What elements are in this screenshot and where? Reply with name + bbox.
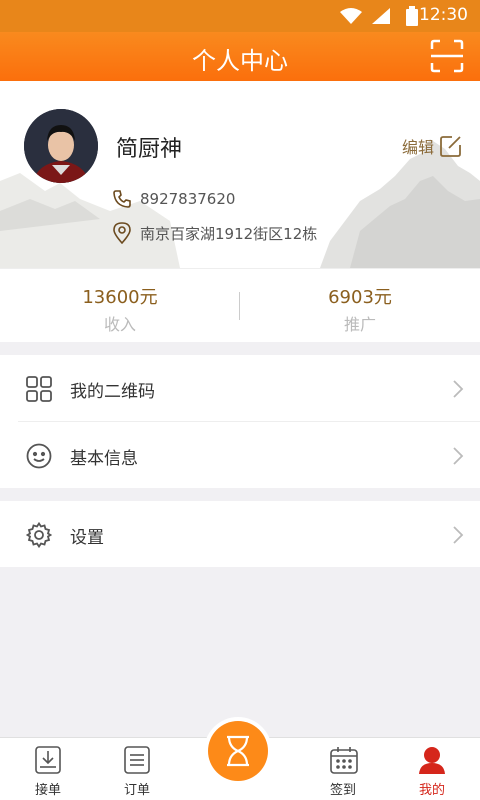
- menu-item-basic-info[interactable]: 基本信息: [0, 422, 480, 488]
- tab-label: 我的: [418, 783, 445, 798]
- menu-group-profile: 我的二维码 基本信息: [0, 355, 480, 488]
- tab-label: 接单: [34, 783, 61, 798]
- tab-label: 订单: [123, 783, 150, 798]
- promotion-value: 6903元: [328, 287, 392, 308]
- address-text: 南京百家湖1912街区12栋: [140, 224, 318, 243]
- avatar[interactable]: [24, 109, 98, 183]
- phone-number: 8927837620: [140, 190, 236, 208]
- tab-label: 签到: [329, 783, 356, 798]
- edit-icon: [440, 136, 461, 157]
- qrcode-icon: [26, 376, 52, 402]
- menu-group-settings: 设置: [0, 501, 480, 567]
- status-time: 12:30: [419, 5, 468, 25]
- gear-icon: [26, 522, 52, 548]
- download-tray-icon: [35, 746, 61, 774]
- user-icon: [419, 747, 445, 774]
- calendar-icon: [330, 747, 358, 774]
- income-stat[interactable]: 13600元 收入: [0, 283, 240, 335]
- phone-icon: [113, 190, 131, 208]
- menu-label-settings: 设置: [70, 528, 104, 548]
- menu-label-qrcode: 我的二维码: [70, 382, 155, 402]
- menu-item-settings[interactable]: 设置: [0, 501, 480, 567]
- tab-accept-orders[interactable]: 接单: [8, 738, 88, 800]
- center-action-button[interactable]: [204, 717, 272, 785]
- signal-icon: [372, 8, 390, 24]
- hourglass-icon: [227, 735, 249, 767]
- order-list-icon: [124, 746, 150, 774]
- stats-panel: 13600元 收入 6903元 推广: [0, 268, 480, 342]
- wifi-icon: [340, 8, 362, 24]
- page-title: 个人中心: [192, 47, 288, 75]
- income-value: 13600元: [82, 287, 158, 308]
- menu-item-qrcode[interactable]: 我的二维码: [0, 355, 480, 421]
- center-action-circle: [208, 721, 268, 781]
- chevron-right-icon: [453, 447, 464, 465]
- address-row: 南京百家湖1912街区12栋: [112, 222, 317, 244]
- chevron-right-icon: [453, 380, 464, 398]
- scan-icon[interactable]: [430, 39, 464, 73]
- tab-orders[interactable]: 订单: [97, 738, 177, 800]
- tab-mine[interactable]: 我的: [392, 738, 472, 800]
- title-bar: 个人中心: [0, 32, 480, 81]
- user-name: 简厨神: [116, 137, 183, 162]
- promotion-label: 推广: [343, 315, 376, 334]
- tab-check-in[interactable]: 签到: [303, 738, 383, 800]
- phone-row: 8927837620: [112, 189, 235, 209]
- status-bar: 12:30: [0, 0, 480, 32]
- location-pin-icon: [113, 222, 131, 244]
- menu-label-basic-info: 基本信息: [70, 449, 138, 469]
- battery-icon: [406, 6, 418, 26]
- profile-card: 简厨神 编辑 8927837620 南京百家湖1912街区12栋: [0, 81, 480, 268]
- chevron-right-icon: [453, 526, 464, 544]
- smiley-icon: [26, 443, 52, 469]
- edit-label: 编辑: [401, 138, 434, 157]
- promotion-stat[interactable]: 6903元 推广: [240, 283, 480, 335]
- edit-profile-button[interactable]: 编辑: [402, 134, 462, 158]
- income-label: 收入: [103, 315, 136, 334]
